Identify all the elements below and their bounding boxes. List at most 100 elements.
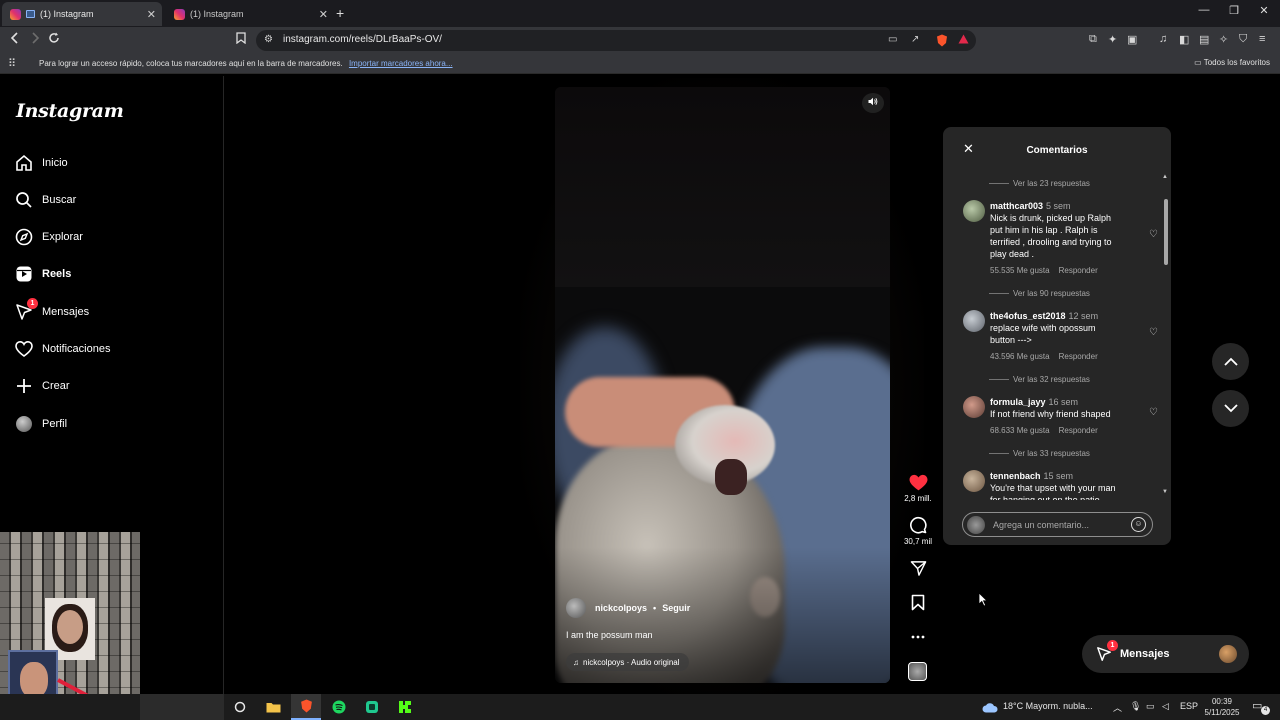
task-view-icon[interactable] [225,694,255,720]
bookmark-save-icon[interactable] [898,592,938,612]
kick-icon[interactable] [390,694,420,720]
brave-browser-icon[interactable] [291,694,321,720]
comment-like-heart-icon[interactable]: ♡ [1149,327,1158,338]
comment-age: 5 sem [1046,201,1071,211]
sidebar-item-reels[interactable]: Reels [14,262,204,286]
taskbar-search[interactable] [140,694,224,720]
scrollbar-thumb[interactable] [1164,199,1168,265]
language-indicator[interactable]: ESP [1180,701,1198,711]
discord-like-app-icon[interactable] [357,694,387,720]
notification-center-icon[interactable]: ▭ 4 [1252,699,1270,715]
messages-bar[interactable]: 1 Mensajes [1082,635,1249,673]
file-explorer-icon[interactable] [258,694,288,720]
heart-filled-icon[interactable] [898,472,938,492]
brave-shields-icon[interactable] [936,34,948,50]
instagram-logo[interactable]: Instagram [16,100,124,122]
wallet-icon[interactable]: ▤ [1199,33,1209,46]
address-bar[interactable]: ⚙ instagram.com/reels/DLrBaaPs-OV/ ▭ ↗ [256,30,976,51]
more-action [898,627,938,647]
speaker-icon[interactable]: ◁ [1162,701,1169,712]
sidebar-item-buscar[interactable]: Buscar [14,188,204,212]
author-avatar[interactable] [566,598,586,618]
vpn-shield-icon[interactable]: ⛉ [1239,33,1247,46]
reply-button[interactable]: Responder [1059,352,1098,361]
leo-ai-icon[interactable]: ✧ [1219,33,1228,46]
share-icon[interactable]: ↗ [911,34,919,45]
comment-avatar[interactable] [963,200,985,222]
show-hidden-icons-chevron-icon[interactable]: ︿ [1113,701,1122,714]
spotify-icon[interactable] [324,694,354,720]
sidebar-item-perfil[interactable]: Perfil [14,412,204,436]
comment-like-heart-icon[interactable]: ♡ [1149,407,1158,418]
microphone-icon[interactable]: 🎙 [1130,701,1141,712]
network-icon[interactable]: ▭ [1146,701,1155,712]
reload-button[interactable] [48,32,60,47]
follow-button[interactable]: Seguir [662,603,690,613]
close-tab-icon[interactable]: ✕ [147,8,156,21]
all-favorites-button[interactable]: ▭ Todos los favoritos [1194,58,1270,67]
sidebar-item-crear[interactable]: Crear [14,374,204,398]
view-replies-link[interactable]: Ver las 33 respuestas [989,449,1090,458]
music-icon[interactable]: ♫ [1159,33,1167,45]
site-settings-icon[interactable]: ⚙ [264,34,273,45]
comment-like-heart-icon[interactable]: ♡ [1149,229,1158,240]
reel-video[interactable] [555,87,890,683]
browser-tab[interactable]: (1) Instagram ✕ [166,2,334,26]
import-bookmarks-link[interactable]: Importar marcadores ahora... [349,59,453,68]
weather-cloud-icon[interactable] [975,694,1005,720]
system-clock[interactable]: 00:39 5/11/2025 [1200,696,1244,718]
comment-likes[interactable]: 55.535 Me gusta [990,266,1050,275]
comment-username[interactable]: tennenbach [990,471,1041,481]
sidebar-item-inicio[interactable]: Inicio [14,151,204,175]
forward-button[interactable] [30,32,40,47]
bookmark-icon[interactable] [236,32,246,47]
comment-avatar[interactable] [963,396,985,418]
brave-rewards-icon[interactable] [958,34,969,47]
comment-avatar[interactable] [963,470,985,492]
sidebar-item-notificaciones[interactable]: Notificaciones [14,337,204,361]
comment-username[interactable]: the4ofus_est2018 [990,311,1066,321]
comment-input[interactable]: Agrega un comentario... ☺ [962,512,1153,537]
conversation-avatar [1219,645,1237,663]
close-window-button[interactable]: ✕ [1248,4,1280,17]
browser-tab-active[interactable]: (1) Instagram ✕ [2,2,162,26]
next-reel-button[interactable] [1212,390,1249,427]
scroll-up-arrow-icon[interactable]: ▲ [1162,174,1168,180]
weather-text[interactable]: 18°C Mayorm. nubla... [1003,701,1093,711]
volume-icon[interactable] [862,93,884,113]
view-replies-link[interactable]: Ver las 23 respuestas [989,179,1090,188]
view-replies-link[interactable]: Ver las 90 respuestas [989,289,1090,298]
author-username[interactable]: nickcolpoys [595,603,647,613]
more-options-icon[interactable] [898,627,938,647]
emoji-icon[interactable]: ☺ [1131,517,1146,532]
back-button[interactable] [10,32,20,47]
previous-reel-button[interactable] [1212,343,1249,380]
sidebar-toggle-icon[interactable]: ◧ [1179,33,1189,46]
reply-button[interactable]: Responder [1059,426,1098,435]
comment-username[interactable]: formula_jayy [990,397,1046,407]
view-replies-link[interactable]: Ver las 32 respuestas [989,375,1090,384]
scroll-down-arrow-icon[interactable]: ▼ [1162,489,1168,495]
extensions-icon[interactable]: ✦ [1108,33,1117,46]
audio-link[interactable]: ♫ nickcolpoys · Audio original [566,653,689,671]
comment-icon[interactable] [898,515,938,535]
extension-puzzle-icon[interactable]: ⧉ [1089,33,1097,46]
menu-icon[interactable]: ≡ [1259,33,1265,45]
apps-grid-icon[interactable]: ⠿ [8,57,16,70]
sidebar-item-mensajes[interactable]: 1 Mensajes [14,298,204,324]
new-tab-button[interactable]: + [336,5,344,21]
comment-likes[interactable]: 43.596 Me gusta [990,352,1050,361]
comment-username[interactable]: matthcar003 [990,201,1043,211]
comment-likes[interactable]: 68.633 Me gusta [990,426,1050,435]
reply-button[interactable]: Responder [1059,266,1098,275]
close-tab-icon[interactable]: ✕ [319,8,328,21]
sidebar-item-explorar[interactable]: Explorar [14,225,204,249]
send-icon[interactable] [898,558,938,578]
screenshot-icon[interactable]: ▣ [1127,33,1137,46]
cast-icon[interactable]: ▭ [888,34,897,45]
chevron-down-icon [1223,404,1238,413]
audio-thumbnail[interactable] [908,662,927,681]
comment-avatar[interactable] [963,310,985,332]
minimize-button[interactable]: — [1188,4,1220,16]
restore-button[interactable]: ❐ [1218,4,1250,17]
